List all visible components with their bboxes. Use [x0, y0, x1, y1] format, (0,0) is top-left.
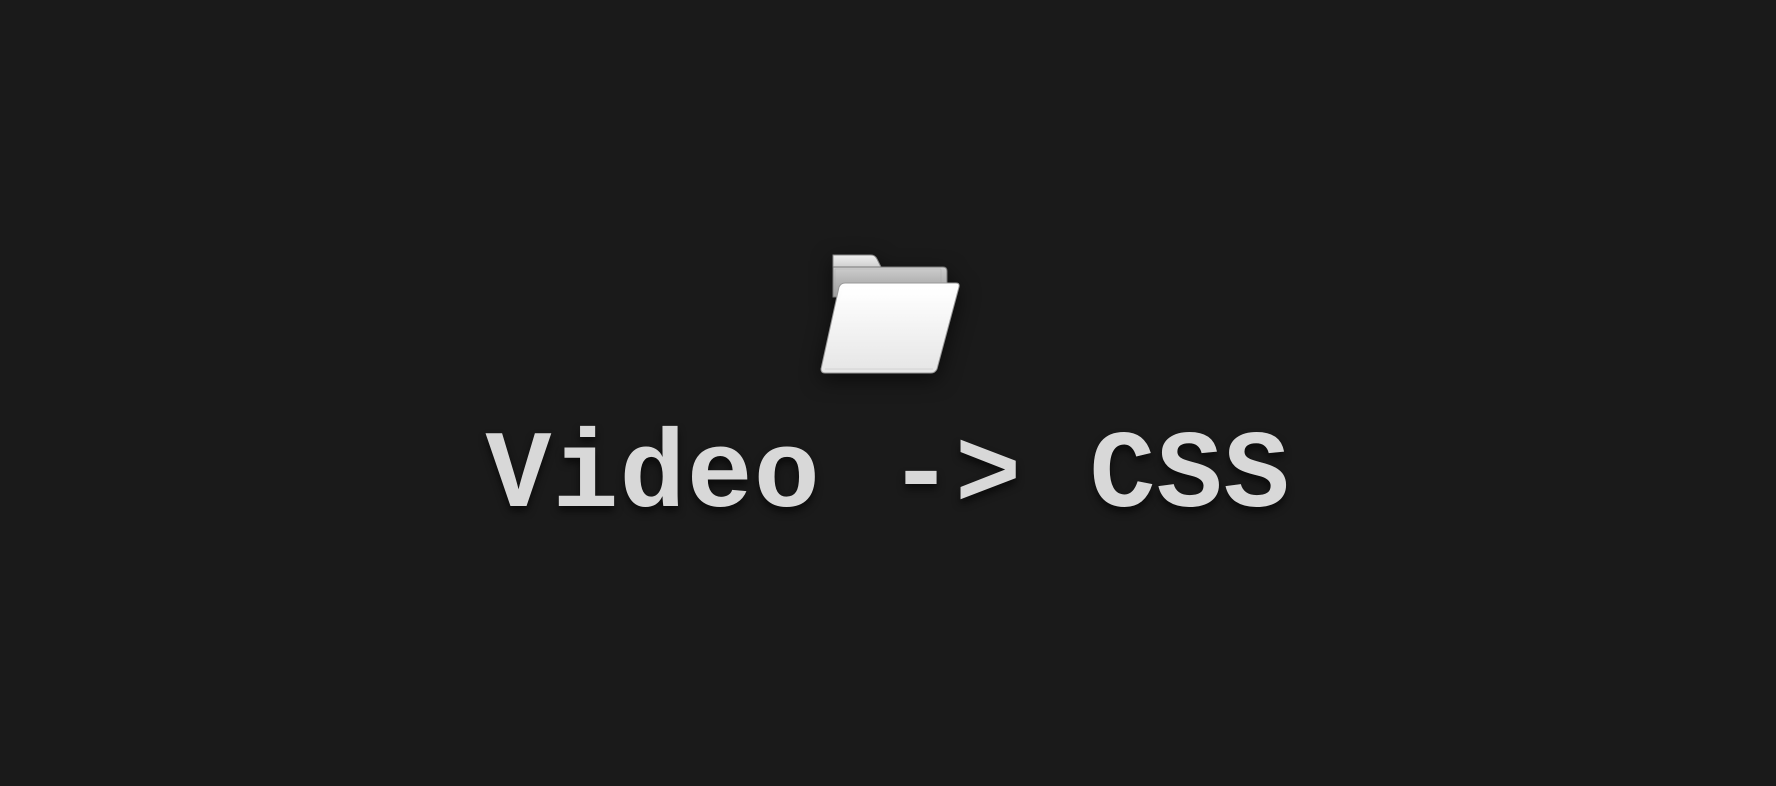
page-title: Video -> CSS: [485, 415, 1290, 540]
main-content: Video -> CSS: [485, 247, 1290, 540]
open-folder-icon: [813, 247, 963, 377]
